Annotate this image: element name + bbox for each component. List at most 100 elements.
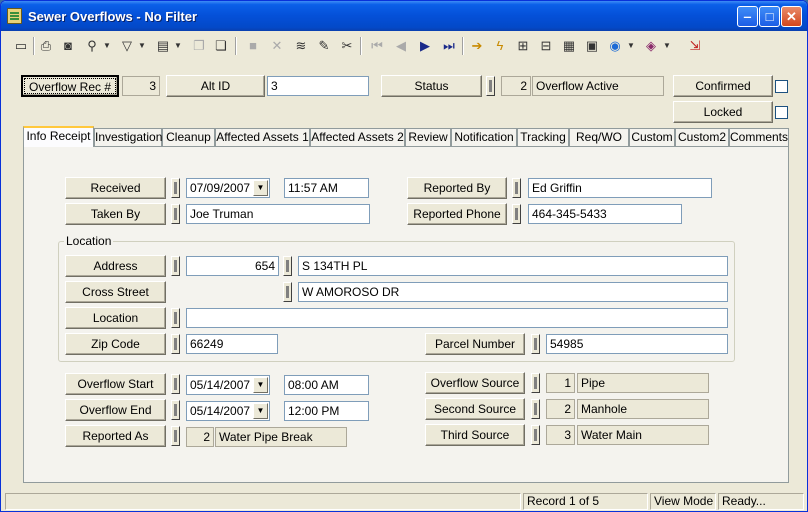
next-record-icon[interactable]: ▶	[415, 36, 435, 56]
report-dropdown-icon[interactable]: ▼	[174, 36, 182, 56]
book-dropdown-icon[interactable]: ▼	[663, 36, 671, 56]
spell-icon[interactable]: ϟ	[490, 36, 510, 56]
reported-by-field[interactable]: Ed Griffin	[528, 178, 712, 198]
overflow-end-button[interactable]: Overflow End	[65, 399, 166, 421]
locked-button[interactable]: Locked	[673, 101, 773, 123]
overflow-start-button[interactable]: Overflow Start	[65, 373, 166, 395]
report-icon[interactable]: ▤	[153, 36, 173, 56]
book-icon[interactable]: ◈	[641, 36, 661, 56]
overflow-end-date-field[interactable]: 05/14/2007 ▼	[186, 401, 270, 421]
third-source-lookup-handle[interactable]	[531, 425, 540, 445]
tab-affected-assets-1[interactable]: Affected Assets 1	[215, 128, 310, 146]
overflow-source-lookup-handle[interactable]	[531, 373, 540, 393]
tab-comments[interactable]: Comments	[729, 128, 789, 146]
globe-dropdown-icon[interactable]: ▼	[627, 36, 635, 56]
reported-by-button[interactable]: Reported By	[407, 177, 507, 199]
overflow-start-date-field[interactable]: 05/14/2007 ▼	[186, 375, 270, 395]
tab-custom[interactable]: Custom	[629, 128, 675, 146]
filter-dropdown-icon[interactable]: ▼	[138, 36, 146, 56]
chevron-down-icon[interactable]: ▼	[253, 377, 268, 393]
overflow-start-time-field[interactable]: 08:00 AM	[284, 375, 369, 395]
cross-street-field[interactable]: W AMOROSO DR	[298, 282, 728, 302]
gis-icon[interactable]: ⊟	[536, 36, 556, 56]
second-source-lookup-handle[interactable]	[531, 399, 540, 419]
tab-info-receipt[interactable]: Info Receipt	[23, 126, 94, 147]
zip-code-button[interactable]: Zip Code	[65, 333, 166, 355]
street-lookup-handle[interactable]	[283, 256, 292, 276]
filter-icon[interactable]: ▽	[117, 36, 137, 56]
received-lookup-handle[interactable]	[171, 178, 180, 198]
search-icon[interactable]: ⚲	[82, 36, 102, 56]
received-date-field[interactable]: 07/09/2007 ▼	[186, 178, 270, 198]
chevron-down-icon[interactable]: ▼	[253, 403, 268, 419]
overflow-end-time-field[interactable]: 12:00 PM	[284, 401, 369, 421]
copy-icon[interactable]: ❐	[189, 36, 209, 56]
save-icon[interactable]: ■	[243, 36, 263, 56]
edit-icon[interactable]: ✎	[314, 36, 334, 56]
taken-by-lookup-handle[interactable]	[171, 204, 180, 224]
maximize-button[interactable]: □	[759, 6, 780, 27]
alt-id-field[interactable]: 3	[267, 76, 369, 96]
globe-icon[interactable]: ◉	[605, 36, 625, 56]
exit-icon[interactable]: ⇲	[685, 36, 705, 56]
first-record-icon[interactable]: ⏮	[367, 36, 387, 56]
status-button[interactable]: Status	[381, 75, 482, 97]
reported-phone-button[interactable]: Reported Phone	[407, 203, 507, 225]
layers-icon[interactable]: ≋	[291, 36, 311, 56]
overflow-source-button[interactable]: Overflow Source	[425, 372, 525, 394]
close-button[interactable]: ✕	[781, 6, 802, 27]
location-lookup-handle[interactable]	[171, 308, 180, 328]
print-icon[interactable]: ⎙	[36, 36, 56, 56]
chevron-down-icon[interactable]: ▼	[253, 180, 268, 196]
cross-street-lookup-handle[interactable]	[283, 282, 292, 302]
locked-checkbox[interactable]	[775, 106, 788, 119]
tab-affected-assets-2[interactable]: Affected Assets 2	[310, 128, 405, 146]
minimize-button[interactable]: ‒	[737, 6, 758, 27]
search-dropdown-icon[interactable]: ▼	[103, 36, 111, 56]
address-lookup-handle[interactable]	[171, 256, 180, 276]
tab-review[interactable]: Review	[405, 128, 451, 146]
new-record-icon[interactable]: ▭	[11, 36, 31, 56]
received-button[interactable]: Received	[65, 177, 166, 199]
tab-tracking[interactable]: Tracking	[517, 128, 569, 146]
cross-street-button[interactable]: Cross Street	[65, 281, 166, 303]
location-field[interactable]	[186, 308, 728, 328]
delete-icon[interactable]: ✕	[267, 36, 287, 56]
map-link-icon[interactable]: ⊞	[513, 36, 533, 56]
paste-icon[interactable]: ❏	[211, 36, 231, 56]
reported-as-lookup-handle[interactable]	[171, 426, 180, 446]
reported-as-button[interactable]: Reported As	[65, 425, 166, 447]
third-source-button[interactable]: Third Source	[425, 424, 525, 446]
last-record-icon[interactable]: ⏭	[439, 36, 459, 56]
alt-id-button[interactable]: Alt ID	[166, 75, 265, 97]
confirmed-button[interactable]: Confirmed	[673, 75, 773, 97]
parcel-number-field[interactable]: 54985	[546, 334, 728, 354]
tab-cleanup[interactable]: Cleanup	[162, 128, 215, 146]
confirmed-checkbox[interactable]	[775, 80, 788, 93]
calculator-icon[interactable]: ▣	[582, 36, 602, 56]
received-time-field[interactable]: 11:57 AM	[284, 178, 369, 198]
tab-investigation[interactable]: Investigation	[94, 128, 162, 146]
reported-by-lookup-handle[interactable]	[512, 178, 521, 198]
print-preview-icon[interactable]: ◙	[58, 36, 78, 56]
taken-by-field[interactable]: Joe Truman	[186, 204, 370, 224]
address-street-field[interactable]: S 134TH PL	[298, 256, 728, 276]
location-button[interactable]: Location	[65, 307, 166, 329]
overflow-rec-button[interactable]: Overflow Rec #	[21, 75, 119, 97]
overflow-start-lookup-handle[interactable]	[171, 374, 180, 394]
cut-icon[interactable]: ✂	[337, 36, 357, 56]
go-icon[interactable]: ➔	[467, 36, 487, 56]
second-source-button[interactable]: Second Source	[425, 398, 525, 420]
tab-notification[interactable]: Notification	[451, 128, 517, 146]
address-number-field[interactable]: 654	[186, 256, 279, 276]
tab-req-wo[interactable]: Req/WO	[569, 128, 629, 146]
chart-icon[interactable]: ▦	[559, 36, 579, 56]
previous-record-icon[interactable]: ◀	[391, 36, 411, 56]
reported-phone-lookup-handle[interactable]	[512, 204, 521, 224]
parcel-number-button[interactable]: Parcel Number	[425, 333, 525, 355]
overflow-end-lookup-handle[interactable]	[171, 400, 180, 420]
status-lookup-handle[interactable]	[486, 76, 495, 96]
reported-phone-field[interactable]: 464-345-5433	[528, 204, 682, 224]
zip-code-lookup-handle[interactable]	[171, 334, 180, 354]
address-button[interactable]: Address	[65, 255, 166, 277]
